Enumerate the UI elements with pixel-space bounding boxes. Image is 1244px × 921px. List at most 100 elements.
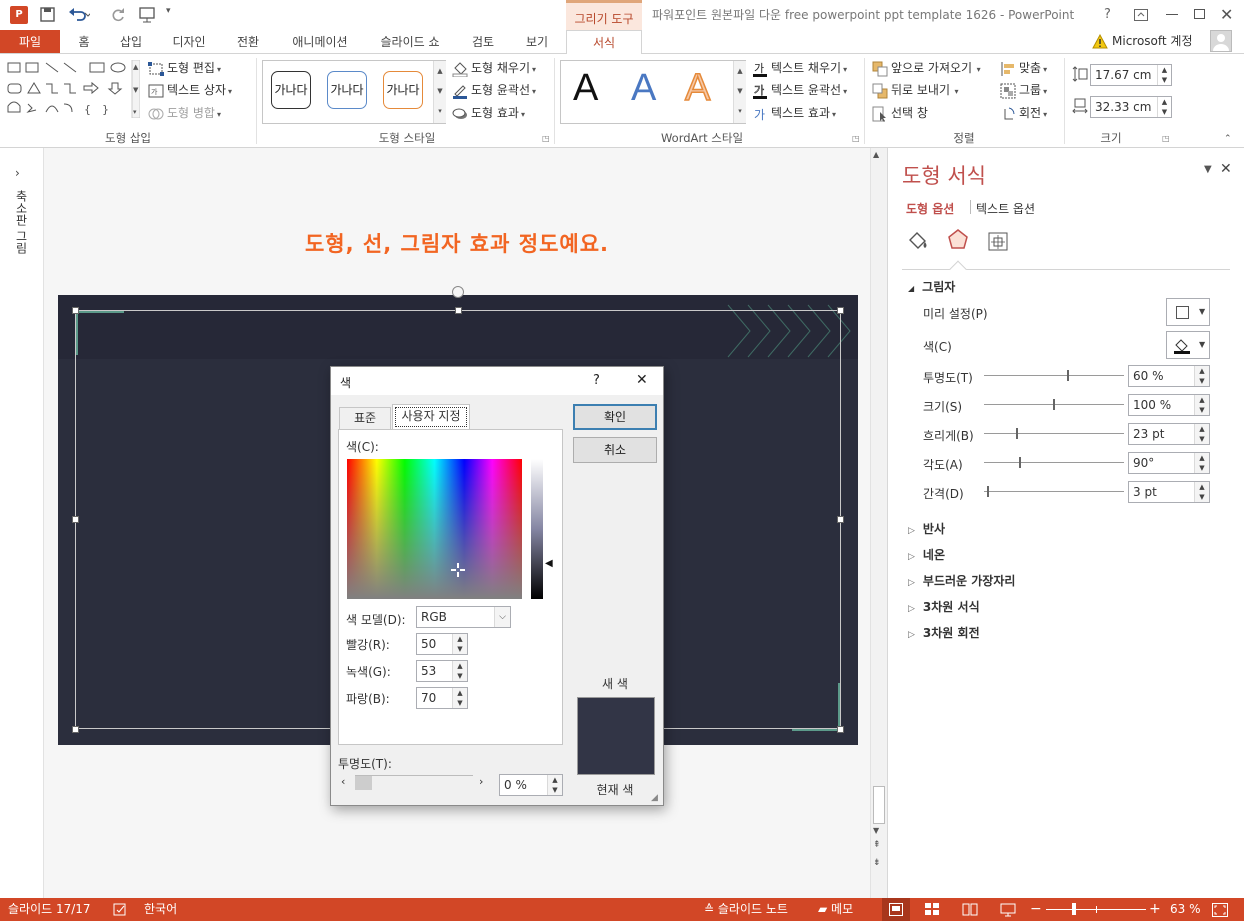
- thumbnails-label[interactable]: 축소판 그림: [13, 190, 30, 254]
- shape-height-input[interactable]: 17.67 cm ▲ ▼: [1090, 64, 1172, 86]
- tab-home[interactable]: 홈: [66, 30, 102, 54]
- resize-handle-sw[interactable]: [72, 726, 79, 733]
- zoom-out-icon[interactable]: −: [1030, 898, 1042, 921]
- account-label[interactable]: Microsoft 계정: [1112, 30, 1193, 54]
- luminance-slider[interactable]: [531, 459, 543, 599]
- shadow-angle-slider[interactable]: [984, 457, 1124, 468]
- section-soft-edges[interactable]: ▷ 부드러운 가장자리: [908, 572, 1015, 589]
- text-fill-button[interactable]: 가 텍스트 채우기 ▾: [752, 58, 847, 78]
- shadow-distance-slider[interactable]: [984, 486, 1124, 497]
- ok-button[interactable]: 확인: [573, 404, 657, 430]
- shape-style-preset-2[interactable]: 가나다: [327, 71, 367, 109]
- resize-handle-nw[interactable]: [72, 307, 79, 314]
- shadow-distance-input[interactable]: 3 pt ▲ ▼: [1128, 481, 1210, 503]
- send-backward-button[interactable]: 뒤로 보내기 ▾: [872, 80, 959, 100]
- shape-styles-launcher-icon[interactable]: ◳: [542, 134, 550, 143]
- tab-design[interactable]: 디자인: [162, 30, 216, 54]
- customize-qat-icon[interactable]: ▾: [166, 6, 171, 16]
- minimize-icon[interactable]: [1166, 14, 1178, 15]
- color-model-select[interactable]: RGB ⌵: [416, 606, 511, 628]
- text-outline-button[interactable]: 가 텍스트 윤곽선 ▾: [752, 80, 847, 100]
- align-button[interactable]: 맞춤 ▾: [1000, 58, 1047, 78]
- slider-left-icon[interactable]: ‹: [341, 775, 345, 788]
- vertical-scrollbar[interactable]: ▲ ▼ ⇞ ⇟: [870, 148, 887, 898]
- shadow-blur-slider[interactable]: [984, 428, 1124, 439]
- avatar[interactable]: [1210, 30, 1232, 52]
- tab-standard[interactable]: 표준: [339, 407, 391, 429]
- section-3d-rotation[interactable]: ▷ 3차원 회전: [908, 624, 980, 641]
- fill-line-icon[interactable]: [906, 230, 930, 252]
- text-box-button[interactable]: 가 텍스트 상자 ▾: [148, 80, 232, 100]
- close-icon[interactable]: ✕: [1220, 5, 1233, 24]
- bring-forward-button[interactable]: 앞으로 가져오기 ▾: [872, 58, 981, 78]
- size-launcher-icon[interactable]: ◳: [1162, 134, 1170, 143]
- shape-fill-button[interactable]: 도형 채우기 ▾: [452, 58, 536, 78]
- maximize-icon[interactable]: [1194, 9, 1205, 19]
- tab-insert[interactable]: 삽입: [110, 30, 152, 54]
- transparency-slider-thumb[interactable]: [355, 775, 372, 790]
- selection-pane-button[interactable]: 선택 창: [872, 103, 928, 123]
- transparency-slider[interactable]: ‹ ›: [339, 775, 489, 791]
- tab-view[interactable]: 보기: [516, 30, 558, 54]
- resize-handle-n[interactable]: [455, 307, 462, 314]
- fit-to-window-icon[interactable]: [1212, 903, 1228, 917]
- tab-review[interactable]: 검토: [462, 30, 504, 54]
- spelling-icon[interactable]: [113, 903, 128, 916]
- shadow-color-dropdown[interactable]: ▼: [1166, 331, 1210, 359]
- blue-input[interactable]: 70 ▲ ▼: [416, 687, 468, 709]
- shape-width-input[interactable]: 32.33 cm ▲ ▼: [1090, 96, 1172, 118]
- present-icon[interactable]: [138, 6, 156, 23]
- tab-animations[interactable]: 애니메이션: [282, 30, 358, 54]
- shadow-transparency-slider-thumb[interactable]: [1067, 370, 1069, 381]
- notes-button[interactable]: ≙ 슬라이드 노트: [704, 898, 788, 921]
- section-glow[interactable]: ▷ 네온: [908, 546, 945, 563]
- language-label[interactable]: 한국어: [144, 898, 177, 921]
- resize-grip-icon[interactable]: ◢: [651, 793, 658, 803]
- text-effects-button[interactable]: 가 텍스트 효과 ▾: [752, 103, 836, 123]
- rotate-handle[interactable]: [452, 286, 464, 298]
- shape-style-preset-1[interactable]: 가나다: [271, 71, 311, 109]
- tab-text-options[interactable]: 텍스트 옵션: [976, 200, 1035, 217]
- green-input[interactable]: 53 ▲ ▼: [416, 660, 468, 682]
- tab-slideshow[interactable]: 슬라이드 쇼: [372, 30, 448, 54]
- shadow-blur-input[interactable]: 23 pt ▲ ▼: [1128, 423, 1210, 445]
- wordart-preset-blue[interactable]: A: [631, 67, 656, 110]
- shadow-angle-slider-thumb[interactable]: [1019, 457, 1021, 468]
- shadow-presets-dropdown[interactable]: ▼: [1166, 298, 1210, 326]
- scroll-up-icon[interactable]: ▲: [873, 150, 879, 159]
- wordart-gallery-scroll[interactable]: ▲ ▼ ▾: [733, 61, 746, 123]
- shadow-size-slider[interactable]: [984, 399, 1124, 410]
- collapse-ribbon-icon[interactable]: ⌃: [1224, 134, 1232, 144]
- tab-file[interactable]: 파일: [0, 30, 60, 54]
- shape-gallery[interactable]: {} ▲ ▼ ▾: [6, 60, 140, 118]
- rotate-button[interactable]: 회전 ▾: [1000, 103, 1047, 123]
- cancel-button[interactable]: 취소: [573, 437, 657, 463]
- ribbon-display-icon[interactable]: [1134, 9, 1148, 21]
- shadow-distance-slider-thumb[interactable]: [987, 486, 989, 497]
- shadow-section-header[interactable]: ◢ 그림자: [908, 278, 955, 295]
- wordart-launcher-icon[interactable]: ◳: [852, 134, 860, 143]
- section-3d-format[interactable]: ▷ 3차원 서식: [908, 598, 980, 615]
- shape-style-preset-3[interactable]: 가나다: [383, 71, 423, 109]
- slide-sorter-icon[interactable]: [925, 903, 940, 916]
- group-button[interactable]: 그룹 ▾: [1000, 80, 1047, 100]
- transparency-input[interactable]: 0 % ▲ ▼: [499, 774, 563, 796]
- resize-handle-se[interactable]: [837, 726, 844, 733]
- slider-right-icon[interactable]: ›: [479, 775, 483, 788]
- shadow-transparency-slider[interactable]: [984, 370, 1124, 381]
- tab-shape-options[interactable]: 도형 옵션: [906, 200, 954, 217]
- reading-view-icon[interactable]: [962, 903, 978, 916]
- comments-button[interactable]: ▰ 메모: [818, 898, 853, 921]
- red-input[interactable]: 50 ▲ ▼: [416, 633, 468, 655]
- shadow-size-input[interactable]: 100 % ▲ ▼: [1128, 394, 1210, 416]
- next-slide-icon[interactable]: ⇟: [873, 858, 881, 868]
- redo-icon[interactable]: [110, 6, 126, 22]
- resize-handle-e[interactable]: [837, 516, 844, 523]
- effects-icon[interactable]: [946, 228, 970, 252]
- shadow-size-slider-thumb[interactable]: [1053, 399, 1055, 410]
- normal-view-icon[interactable]: [882, 898, 910, 921]
- wordart-preset-black[interactable]: A: [573, 67, 598, 110]
- undo-icon[interactable]: [68, 6, 90, 22]
- shadow-blur-slider-thumb[interactable]: [1016, 428, 1018, 439]
- zoom-slider-thumb[interactable]: [1072, 903, 1076, 915]
